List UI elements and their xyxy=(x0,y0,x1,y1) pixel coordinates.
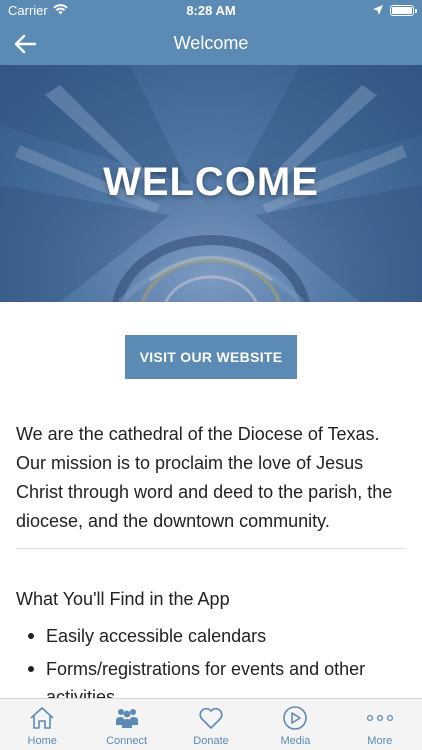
hero-banner: WELCOME xyxy=(0,65,422,302)
battery-icon xyxy=(390,5,417,16)
hero-title: WELCOME xyxy=(103,160,319,204)
features-heading: What You'll Find in the App xyxy=(16,589,230,609)
tab-bar: Home Connect Donate Media More xyxy=(0,698,422,750)
tab-label: Donate xyxy=(193,735,229,747)
status-bar: Carrier 8:28 AM xyxy=(0,0,422,22)
status-right xyxy=(373,3,417,18)
more-icon xyxy=(366,705,394,731)
people-icon xyxy=(113,705,141,731)
tab-label: Home xyxy=(27,735,57,747)
tab-more[interactable]: More xyxy=(338,699,422,750)
tab-media[interactable]: Media xyxy=(253,699,337,750)
list-item: Easily accessible calendars xyxy=(16,622,408,650)
divider xyxy=(16,548,406,549)
home-icon xyxy=(28,705,56,731)
status-time: 8:28 AM xyxy=(186,3,236,18)
page-title: Welcome xyxy=(173,33,249,53)
visit-website-button[interactable]: VISIT OUR WEBSITE xyxy=(125,335,297,379)
tab-donate[interactable]: Donate xyxy=(169,699,253,750)
heart-icon xyxy=(197,705,225,731)
play-icon xyxy=(281,705,309,731)
tab-label: Connect xyxy=(106,735,148,747)
top-bar: Carrier 8:28 AM Welcome xyxy=(0,0,422,65)
tab-label: More xyxy=(367,735,393,747)
intro-text: We are the cathedral of the Diocese of T… xyxy=(16,424,393,531)
tab-connect[interactable]: Connect xyxy=(84,699,168,750)
tab-home[interactable]: Home xyxy=(0,699,84,750)
tab-label: Media xyxy=(280,735,311,747)
location-arrow-icon xyxy=(373,3,383,18)
nav-bar: Welcome xyxy=(0,22,422,65)
